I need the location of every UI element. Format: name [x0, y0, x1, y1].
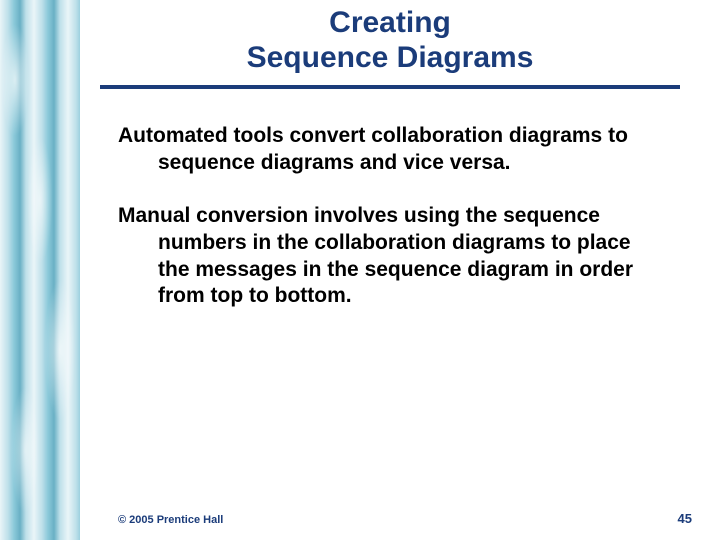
- body-area: Automated tools convert collaboration di…: [0, 89, 720, 310]
- copyright-text: © 2005 Prentice Hall: [118, 514, 223, 526]
- footer: © 2005 Prentice Hall 45: [0, 511, 720, 526]
- paragraph-2: Manual conversion involves using the seq…: [118, 203, 650, 311]
- title-line-2: Sequence Diagrams: [247, 41, 534, 74]
- slide-title: Creating Sequence Diagrams: [100, 6, 680, 75]
- paragraph-1: Automated tools convert collaboration di…: [118, 123, 650, 177]
- slide: Creating Sequence Diagrams Automated too…: [0, 0, 720, 540]
- page-number: 45: [678, 511, 692, 526]
- title-area: Creating Sequence Diagrams: [0, 0, 720, 75]
- title-line-1: Creating: [329, 6, 451, 39]
